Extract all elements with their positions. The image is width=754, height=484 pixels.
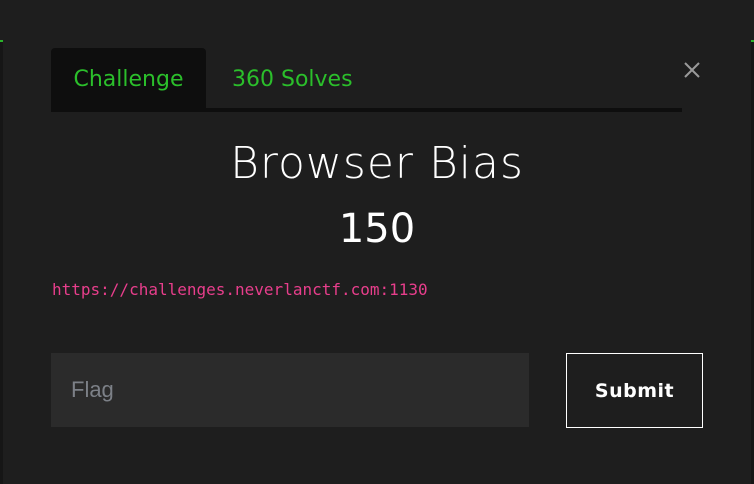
flag-input[interactable] [51,353,529,427]
modal-tabs: Challenge 360 Solves [51,48,682,112]
tab-challenge[interactable]: Challenge [51,48,206,108]
submit-button[interactable]: Submit [566,353,703,428]
challenge-title: Browser Bias [230,138,524,189]
tab-solves[interactable]: 360 Solves [232,48,353,108]
challenge-modal: Challenge 360 Solves Browser Bias 150 ht… [0,0,754,484]
challenge-points: 150 [338,206,416,252]
modal-edge [0,42,3,484]
challenge-link[interactable]: https://challenges.neverlanctf.com:1130 [52,280,428,299]
close-icon[interactable] [681,59,703,81]
